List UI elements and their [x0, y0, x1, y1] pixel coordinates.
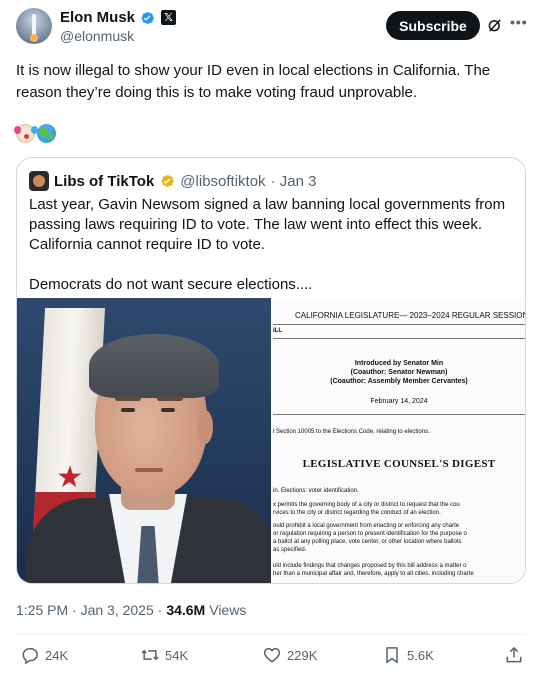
- doc-coauthor-2: (Coauthor: Assembly Member Cervantes): [330, 378, 468, 385]
- quoted-author-handle: @libsoftiktok: [180, 172, 266, 190]
- like-count: 229K: [287, 647, 318, 663]
- bookmark-count: 5.6K: [407, 647, 434, 663]
- tweet-emojis: [14, 124, 56, 143]
- doc-text-line: rvices to the city or district regarding…: [273, 510, 441, 516]
- doc-text-line: or regulation requiring a person to pres…: [273, 531, 467, 537]
- divider: [16, 634, 526, 635]
- more-options-icon[interactable]: •••: [510, 14, 530, 34]
- bookmark-button[interactable]: 5.6K: [382, 645, 434, 665]
- doc-text-line: a ballot at any polling place, vote cent…: [273, 539, 462, 545]
- author-avatar[interactable]: [16, 8, 52, 44]
- doc-section: l Section 10005 to the Elections Code, r…: [273, 429, 430, 435]
- doc-text-line: x permits the governing body of a city o…: [273, 502, 460, 508]
- quoted-tweet[interactable]: Libs of TikTok @libsoftiktok · Jan 3 Las…: [16, 157, 526, 584]
- newsom-photo[interactable]: ★: [17, 298, 271, 583]
- doc-introduced: Introduced by Senator Min: [354, 360, 444, 367]
- tweet-meta: 1:25 PM · Jan 3, 2025 · 34.6M Views: [16, 602, 246, 618]
- quoted-tweet-text: Last year, Gavin Newsom signed a law ban…: [29, 195, 515, 315]
- tweet-header: Elon Musk 𝕏 @elonmusk Subscribe •••: [16, 8, 527, 48]
- doc-text-line: ould prohibit a local government from en…: [273, 523, 460, 529]
- x-affiliation-icon: 𝕏: [161, 10, 177, 25]
- like-button[interactable]: 229K: [262, 645, 317, 665]
- subscribe-button[interactable]: Subscribe: [386, 11, 480, 40]
- repost-button[interactable]: 54K: [140, 645, 188, 665]
- quoted-tweet-header: Libs of TikTok @libsoftiktok · Jan 3: [29, 171, 316, 191]
- bill-document-image[interactable]: CALIFORNIA LEGISLATURE— 2023–2024 REGULA…: [273, 298, 525, 583]
- doc-header: CALIFORNIA LEGISLATURE— 2023–2024 REGULA…: [295, 311, 525, 320]
- clown-face-emoji: [14, 124, 35, 143]
- quoted-paragraph: Democrats do not want secure elections..…: [29, 276, 313, 293]
- doc-topic: in. Elections: voter identification.: [273, 488, 359, 494]
- doc-digest-title: LEGISLATIVE COUNSEL'S DIGEST: [302, 458, 496, 470]
- heart-icon: [263, 647, 281, 663]
- doc-text-line: uld include findings that changes propos…: [273, 563, 467, 569]
- quoted-media: ★ CALIFORNIA LEGISLATURE— 2023–2024 REGU…: [17, 298, 525, 583]
- verified-badge-icon: [141, 11, 154, 24]
- views-label: Views: [209, 602, 247, 618]
- doc-text-line: as specified.: [273, 547, 307, 553]
- author-handle[interactable]: @elonmusk: [60, 28, 134, 44]
- action-bar: 24K 54K 229K 5.6K: [16, 645, 526, 667]
- author-name-row: Elon Musk 𝕏: [60, 9, 177, 26]
- grok-icon[interactable]: [486, 16, 504, 34]
- globe-emoji: [37, 124, 56, 143]
- repost-icon: [141, 649, 159, 661]
- quoted-paragraph: Last year, Gavin Newsom signed a law ban…: [29, 196, 506, 253]
- quoted-author-avatar: [29, 171, 49, 191]
- doc-bill-fragment: ILL: [273, 328, 282, 334]
- doc-coauthor-1: (Coauthor: Senator Newman): [350, 369, 448, 376]
- views-count: 34.6M: [166, 602, 206, 618]
- share-icon: [506, 646, 522, 663]
- gold-verified-badge-icon: [161, 175, 175, 187]
- reply-icon: [22, 648, 38, 665]
- reply-button[interactable]: 24K: [20, 645, 68, 665]
- reply-count: 24K: [45, 647, 69, 663]
- author-name[interactable]: Elon Musk: [60, 9, 135, 26]
- tweet-text: It is now illegal to show your ID even i…: [16, 62, 491, 101]
- share-button[interactable]: [504, 645, 524, 665]
- quoted-author-name: Libs of TikTok: [54, 172, 155, 190]
- quoted-tweet-date: · Jan 3: [270, 172, 317, 190]
- doc-text-line: her than a municipal affair and, therefo…: [273, 571, 474, 577]
- bookmark-icon: [386, 647, 398, 664]
- repost-count: 54K: [165, 647, 189, 663]
- tweet-timestamp[interactable]: 1:25 PM · Jan 3, 2025 ·: [16, 602, 162, 618]
- doc-date: February 14, 2024: [370, 398, 428, 405]
